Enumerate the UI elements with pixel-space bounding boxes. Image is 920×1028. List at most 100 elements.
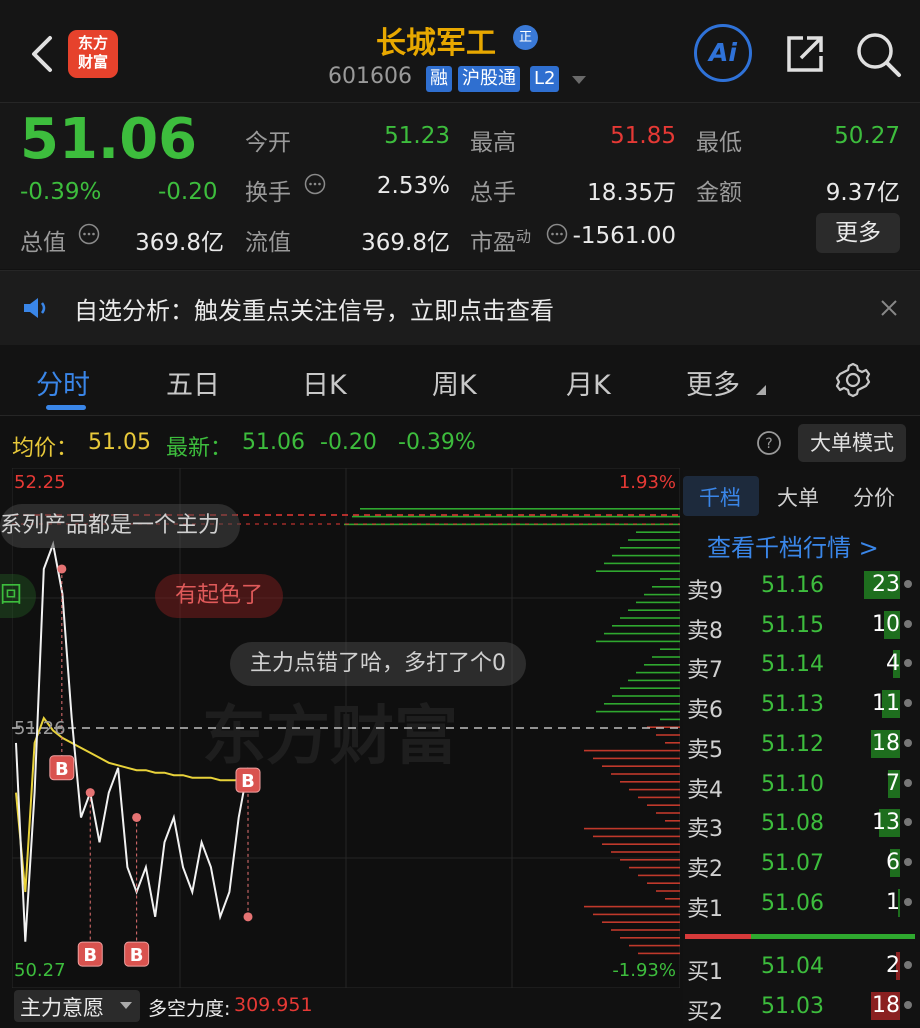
high-value: 51.85 [610,123,676,149]
tab-more[interactable]: 更多 [686,363,740,402]
indicator-metric-value: 309.951 [234,994,313,1016]
bid-row[interactable]: 买2 51.03 18 [683,988,920,1028]
depth-volume-bar [596,710,680,713]
ask-price: 51.15 [761,612,824,638]
dropdown-caret-icon [120,1002,132,1009]
avg-price-label: 均价： [12,436,79,461]
view-depth-link[interactable]: 查看千档行情 > [707,528,879,563]
intraday-chart[interactable]: 东方财富 B B B B 52.25 50.27 1.93% -1.93% 51.26… [0,468,680,988]
bid-row[interactable]: 买1 51.04 2 [683,948,920,988]
quote-panel: 51.06 -0.39% -0.20 今开 51.23 最高 51.85 最低 … [0,103,920,269]
chart-tabs: 分时 五日 日K 周K 月K 更多 [0,345,920,416]
tab-depth[interactable]: 千档 [699,482,741,512]
tag-level2[interactable]: L2 [530,66,560,92]
detail-dot-icon [904,738,912,747]
pe-label: 市盈动 [470,227,532,256]
ask-price: 51.07 [761,850,824,876]
ask-row[interactable]: 卖3 51.08 13 [683,805,920,845]
ask-row[interactable]: 卖5 51.12 18 [683,726,920,766]
avg-price-value: 51.05 [88,430,151,455]
tag-connect[interactable]: 沪股通 [458,66,520,92]
comment-bubble[interactable]: 主力点错了哈，多打了个0 [230,642,526,686]
tab-five-day[interactable]: 五日 [166,363,220,402]
depth-volume-bar [656,812,680,814]
notice-bar[interactable]: 自选分析：触发重点关注信号，立即点击查看 [0,270,920,346]
info-dots-icon[interactable] [78,223,100,245]
depth-volume-bar [602,765,680,767]
amount-label: 金额 [696,180,742,206]
tag-margin[interactable]: 融 [426,66,452,92]
depth-volume-bar [593,835,680,838]
ask-row[interactable]: 卖2 51.07 6 [683,845,920,885]
price-info-line: 均价： 51.05 最新： 51.06 -0.20 -0.39% ? 大单模式 [0,416,920,468]
help-icon[interactable]: ? [756,430,782,456]
tab-price-distribution[interactable]: 分价 [853,482,895,512]
prev-close-label: 51.26 [14,718,66,739]
big-order-mode-button[interactable]: 大单模式 [798,424,906,462]
close-icon[interactable] [880,299,898,317]
ask-row[interactable]: 卖6 51.13 11 [683,686,920,726]
comment-bubble[interactable]: 系列产品都是一个主力 [0,504,241,548]
depth-volume-bar [611,929,680,931]
depth-volume-bar [638,952,680,955]
settings-gear-icon[interactable] [834,361,872,399]
bid-price: 51.03 [761,994,824,1019]
tab-weekly-k[interactable]: 周K [432,363,477,402]
ai-assistant-button[interactable]: Ai [694,24,752,82]
ask-volume: 7 [886,770,900,796]
tab-big-orders[interactable]: 大单 [777,482,819,512]
bid-ask-ratio-bar [751,934,915,939]
depth-volume-bar [665,898,680,900]
dropdown-caret-icon[interactable] [572,76,586,86]
comment-bubble[interactable]: 有起色了 [155,574,284,618]
ask-row[interactable]: 卖9 51.16 23 [683,567,920,607]
detail-dot-icon [904,699,912,708]
price-high-label: 52.25 [14,472,66,493]
detail-dot-icon [904,659,912,668]
indicator-selector[interactable]: 主力意愿 [14,990,140,1022]
indicator-bar: 主力意愿 多空力度: 309.951 [0,988,680,1024]
depth-volume-bar [620,781,680,783]
ask-row[interactable]: 卖7 51.14 4 [683,646,920,686]
tab-daily-k[interactable]: 日K [302,363,347,402]
header-bar: 东方 财富 长城军工 正 601606 融 沪股通 L2 Ai [0,0,920,103]
depth-volume-bar [644,664,680,666]
pe-value: -1561.00 [572,223,676,249]
ask-price: 51.06 [761,890,824,916]
bid-volume: 18 [872,993,900,1018]
more-quote-button[interactable]: 更多 [816,213,900,253]
tab-intraday[interactable]: 分时 [36,363,90,402]
bid-ask-ratio-bar [685,934,751,939]
depth-volume-bar [647,882,680,884]
depth-volume-bar [612,554,680,557]
ask-row[interactable]: 卖1 51.06 1 [683,885,920,925]
depth-volume-bar [360,508,680,510]
depth-volume-bar [596,640,680,643]
info-dots-icon[interactable] [546,223,568,245]
depth-volume-bar [593,913,680,916]
depth-volume-bar [584,749,680,752]
depth-volume-bar [593,757,680,760]
info-dots-icon[interactable] [304,173,326,195]
depth-volume-bar [629,788,680,791]
ask-price: 51.14 [761,652,824,678]
watermark: 东方财富 [202,700,458,774]
search-icon[interactable] [854,30,902,78]
ask-level-label: 卖4 [687,777,723,803]
bid-volume: 2 [886,953,900,978]
back-arrow-icon[interactable] [28,34,54,74]
depth-volume-bar [629,866,680,869]
ask-row[interactable]: 卖4 51.10 7 [683,766,920,806]
buy-marker-label: B [83,945,97,966]
share-icon[interactable] [783,32,827,76]
depth-volume-bar [652,586,680,588]
depth-volume-bar [620,617,680,619]
depth-volume-bar [620,859,680,861]
buy-marker-label: B [130,945,144,966]
last-price: 51.06 [20,107,198,172]
detail-dot-icon [904,818,912,827]
ask-row[interactable]: 卖8 51.15 10 [683,607,920,647]
depth-volume-bar [628,539,680,541]
depth-volume-bar [652,656,680,658]
tab-monthly-k[interactable]: 月K [566,363,611,402]
